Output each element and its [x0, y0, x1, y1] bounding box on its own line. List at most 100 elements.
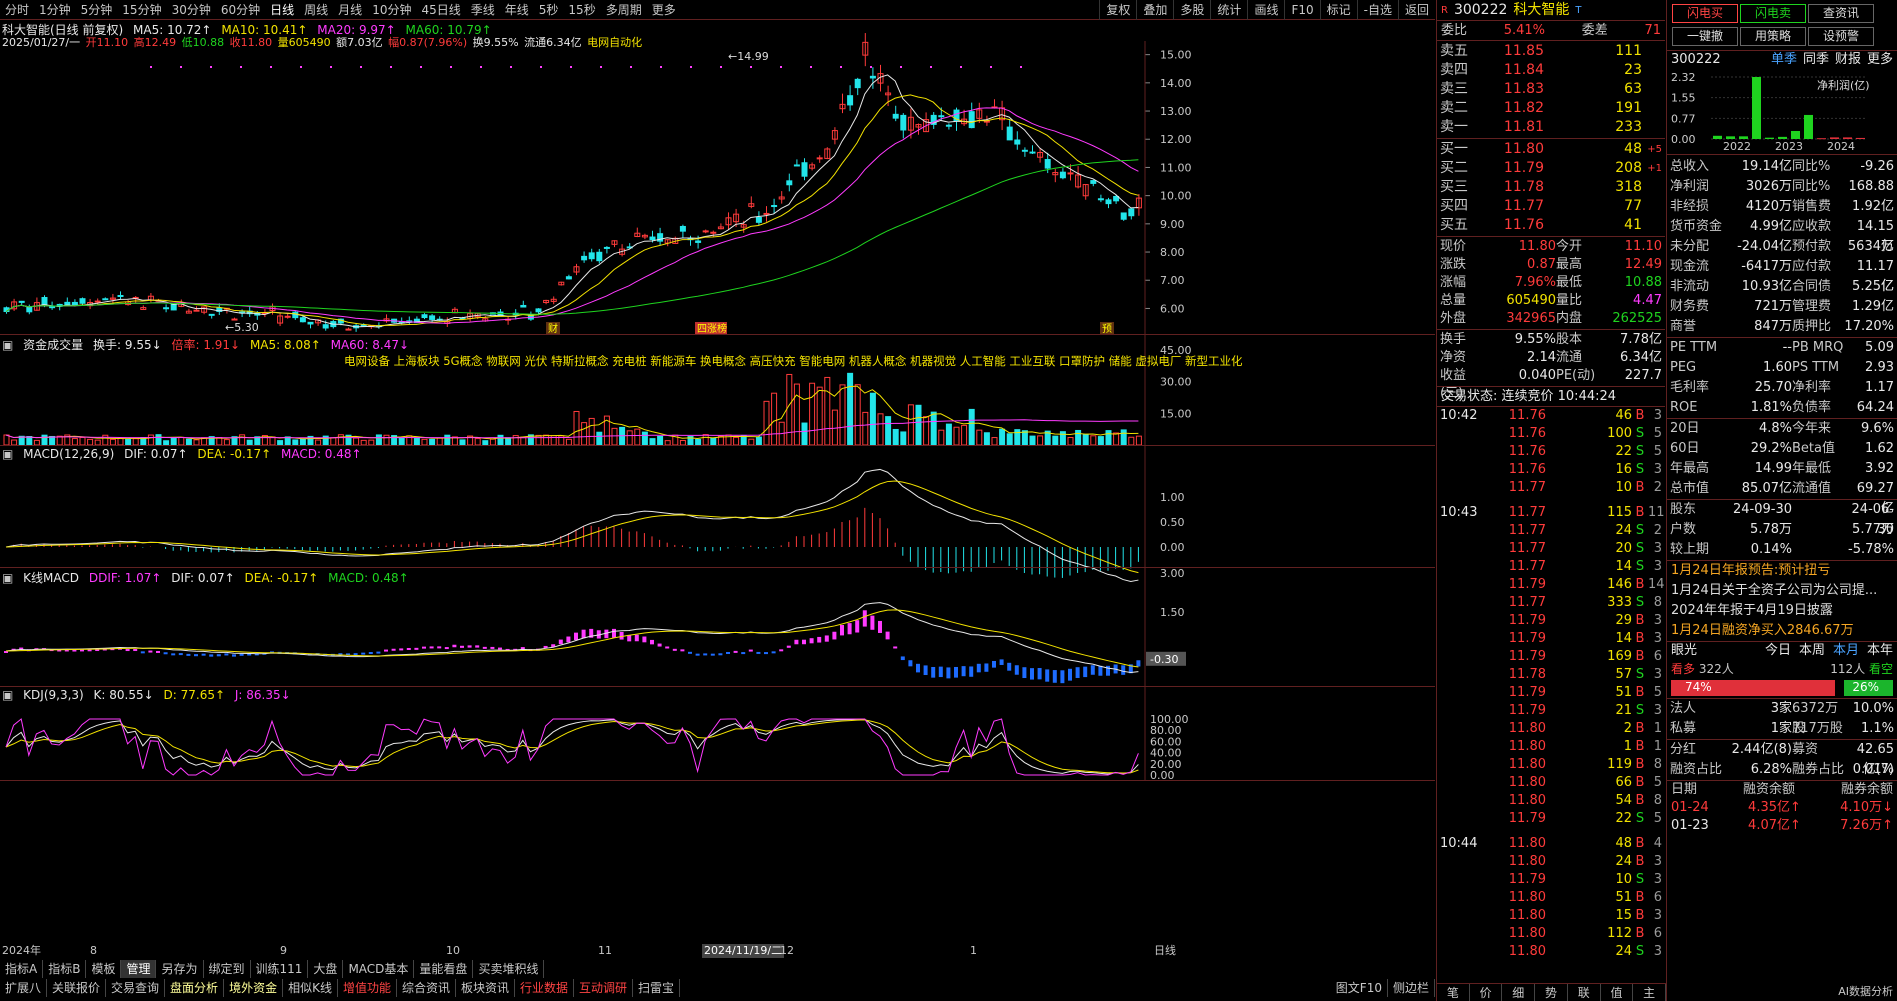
candle-body[interactable] — [170, 303, 177, 311]
indicator-tab[interactable]: 大盘 — [308, 960, 344, 978]
function-tab[interactable]: 综合资讯 — [397, 979, 456, 997]
period-tab[interactable]: 日线 — [265, 0, 299, 20]
function-tab[interactable]: 行业数据 — [515, 979, 575, 997]
tool-button[interactable]: -自选 — [1356, 0, 1398, 20]
period-tab[interactable]: 15秒 — [563, 0, 600, 20]
tool-button[interactable]: 复权 — [1099, 0, 1136, 20]
function-tab[interactable]: 境外资金 — [224, 979, 284, 997]
fin-tab[interactable]: 同季 — [1803, 51, 1829, 69]
candle-body[interactable] — [702, 230, 709, 233]
action-button[interactable]: 一键撤 — [1672, 27, 1738, 46]
candle-body[interactable] — [1006, 126, 1013, 141]
period-tab[interactable]: 10分钟 — [367, 0, 416, 20]
candle-body[interactable] — [41, 297, 48, 305]
candle-body[interactable] — [801, 162, 808, 177]
candle-body[interactable] — [869, 75, 876, 79]
candle-body[interactable] — [535, 308, 542, 313]
function-tab[interactable]: 互动调研 — [574, 979, 634, 997]
period-tab[interactable]: 月线 — [333, 0, 367, 20]
candle-body[interactable] — [900, 114, 907, 131]
function-tab[interactable]: 相似K线 — [283, 979, 338, 997]
candle-body[interactable] — [695, 240, 702, 243]
quote-tab[interactable]: 细 — [1502, 984, 1536, 1001]
candle-body[interactable] — [18, 300, 25, 303]
candle-body[interactable] — [847, 95, 854, 106]
candle-body[interactable] — [117, 295, 124, 298]
quote-tab[interactable]: 势 — [1535, 984, 1568, 1001]
candle-body[interactable] — [968, 111, 975, 129]
candle-body[interactable] — [603, 246, 610, 249]
function-tab[interactable]: 增值功能 — [338, 979, 397, 997]
candle-body[interactable] — [854, 78, 861, 89]
candle-body[interactable] — [102, 298, 109, 301]
period-tab[interactable]: 5秒 — [534, 0, 564, 20]
period-tab[interactable]: 45日线 — [416, 0, 465, 20]
news-item[interactable]: 2024年年报于4月19日披露 — [1667, 601, 1897, 621]
bid-row[interactable]: 买四 11.77 77 — [1437, 197, 1665, 216]
tool-button[interactable]: 多股 — [1173, 0, 1210, 20]
period-tab[interactable]: 30分钟 — [167, 0, 216, 20]
function-tab[interactable]: 扫雷宝 — [633, 979, 681, 997]
candle-body[interactable] — [679, 225, 686, 232]
candle-body[interactable] — [284, 315, 291, 318]
quote-tab[interactable]: 主 — [1633, 984, 1667, 1001]
indicator-tab[interactable]: 另存为 — [156, 960, 204, 978]
candle-body[interactable] — [892, 113, 899, 119]
tool-button[interactable]: 标记 — [1319, 0, 1357, 20]
function-tab[interactable]: 扩展八 — [0, 979, 48, 997]
candle-body[interactable] — [581, 255, 588, 261]
quote-tab[interactable]: 价 — [1470, 984, 1503, 1001]
tool-button[interactable]: 叠加 — [1136, 0, 1173, 20]
candle-body[interactable] — [26, 306, 33, 313]
function-tab[interactable]: 盘面分析 — [165, 979, 225, 997]
period-tab[interactable]: 分时 — [0, 0, 34, 20]
candle-body[interactable] — [163, 307, 170, 310]
candle-body[interactable] — [565, 276, 572, 280]
candle-body[interactable] — [345, 328, 352, 331]
candle-body[interactable] — [938, 115, 945, 118]
period-tab[interactable]: 60分钟 — [216, 0, 265, 20]
news-item[interactable]: 1月24日关于全资子公司为公司提... — [1667, 581, 1897, 601]
indicator-tab[interactable]: 指标A — [0, 960, 44, 978]
fin-tab[interactable]: 更多 — [1867, 51, 1893, 69]
candle-body[interactable] — [71, 301, 78, 305]
candle-body[interactable] — [64, 301, 71, 306]
action-button[interactable]: 查资讯 — [1808, 4, 1874, 23]
candle-body[interactable] — [1067, 172, 1074, 175]
candle-body[interactable] — [322, 324, 329, 329]
news-item[interactable]: 1月24日融资净买入2846.67万 — [1667, 621, 1897, 641]
action-button[interactable]: 用策略 — [1740, 27, 1806, 46]
candle-body[interactable] — [771, 205, 778, 208]
candle-body[interactable] — [1014, 139, 1021, 145]
collapse-icon[interactable]: ▣ — [2, 688, 13, 702]
ask-row[interactable]: 卖五 11.85 111 — [1437, 42, 1665, 61]
candle-body[interactable] — [1044, 159, 1051, 169]
candle-body[interactable] — [1029, 151, 1036, 154]
sentiment-tab[interactable]: 今日 — [1765, 642, 1791, 660]
fin-tab[interactable]: 单季 — [1771, 51, 1797, 69]
indicator-tab[interactable]: 指标B — [43, 960, 87, 978]
candle-body[interactable] — [793, 164, 800, 167]
bid-row[interactable]: 买五 11.76 41 — [1437, 216, 1665, 235]
collapse-icon[interactable]: ▣ — [2, 571, 13, 585]
indicator-tab[interactable]: 模板 — [86, 960, 122, 978]
bid-row[interactable]: 买一 11.80 48 +5 — [1437, 140, 1665, 159]
tool-button[interactable]: 画线 — [1247, 0, 1284, 20]
indicator-tab[interactable]: 管理 — [121, 960, 157, 978]
candle-body[interactable] — [1105, 199, 1112, 205]
quote-tab[interactable]: 联 — [1568, 984, 1601, 1001]
candle-body[interactable] — [299, 317, 306, 323]
ask-row[interactable]: 卖一 11.81 233 — [1437, 118, 1665, 137]
collapse-icon[interactable]: ▣ — [2, 338, 13, 352]
candle-body[interactable] — [79, 298, 86, 304]
candle-body[interactable] — [710, 231, 717, 234]
candle-body[interactable] — [307, 321, 314, 325]
bid-row[interactable]: 买三 11.78 318 — [1437, 178, 1665, 197]
news-item[interactable]: 1月24日年报预告:预计扭亏 — [1667, 561, 1897, 581]
ask-row[interactable]: 卖三 11.83 63 — [1437, 80, 1665, 99]
candle-body[interactable] — [1128, 208, 1135, 217]
candle-body[interactable] — [816, 157, 823, 160]
side-tab[interactable]: 侧边栏 — [1388, 979, 1435, 997]
sentiment-tab[interactable]: 本月 — [1833, 642, 1859, 660]
candle-body[interactable] — [945, 124, 952, 127]
